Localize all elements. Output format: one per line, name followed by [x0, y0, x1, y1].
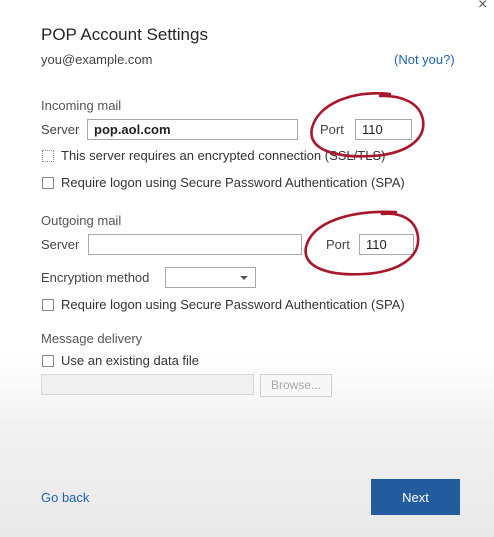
incoming-mail-heading: Incoming mail — [41, 98, 122, 113]
go-back-link[interactable]: Go back — [41, 490, 89, 505]
incoming-port-label: Port — [320, 122, 344, 137]
outgoing-server-label: Server — [41, 237, 80, 252]
browse-button[interactable]: Browse... — [260, 374, 332, 397]
spa-outgoing-checkbox[interactable] — [42, 299, 54, 311]
ssl-incoming-checkbox[interactable] — [42, 150, 54, 162]
outgoing-port-input[interactable] — [359, 234, 414, 255]
outgoing-port-label: Port — [326, 237, 350, 252]
encryption-method-label: Encryption method — [41, 270, 150, 285]
incoming-server-label: Server — [41, 122, 80, 137]
existing-data-file-label: Use an existing data file — [61, 353, 200, 368]
spa-outgoing-label: Require logon using Secure Password Auth… — [61, 297, 405, 312]
chevron-down-icon — [240, 276, 248, 280]
next-button[interactable]: Next — [371, 479, 460, 515]
account-email: you@example.com — [41, 52, 153, 67]
existing-data-file-checkbox[interactable] — [42, 355, 54, 367]
encryption-method-select[interactable] — [165, 267, 256, 288]
message-delivery-heading: Message delivery — [41, 331, 143, 346]
outgoing-server-input[interactable] — [88, 234, 302, 255]
data-file-path-input[interactable] — [41, 374, 254, 395]
spa-incoming-label: Require logon using Secure Password Auth… — [61, 175, 405, 190]
not-you-link[interactable]: (Not you?) — [394, 52, 455, 67]
spa-incoming-checkbox[interactable] — [42, 177, 54, 189]
incoming-port-input[interactable] — [355, 119, 412, 140]
dialog-title: POP Account Settings — [41, 25, 208, 44]
incoming-server-input[interactable] — [87, 119, 298, 140]
ssl-incoming-label: This server requires an encrypted connec… — [61, 148, 386, 163]
close-icon[interactable]: × — [478, 0, 487, 14]
outgoing-mail-heading: Outgoing mail — [41, 213, 122, 228]
